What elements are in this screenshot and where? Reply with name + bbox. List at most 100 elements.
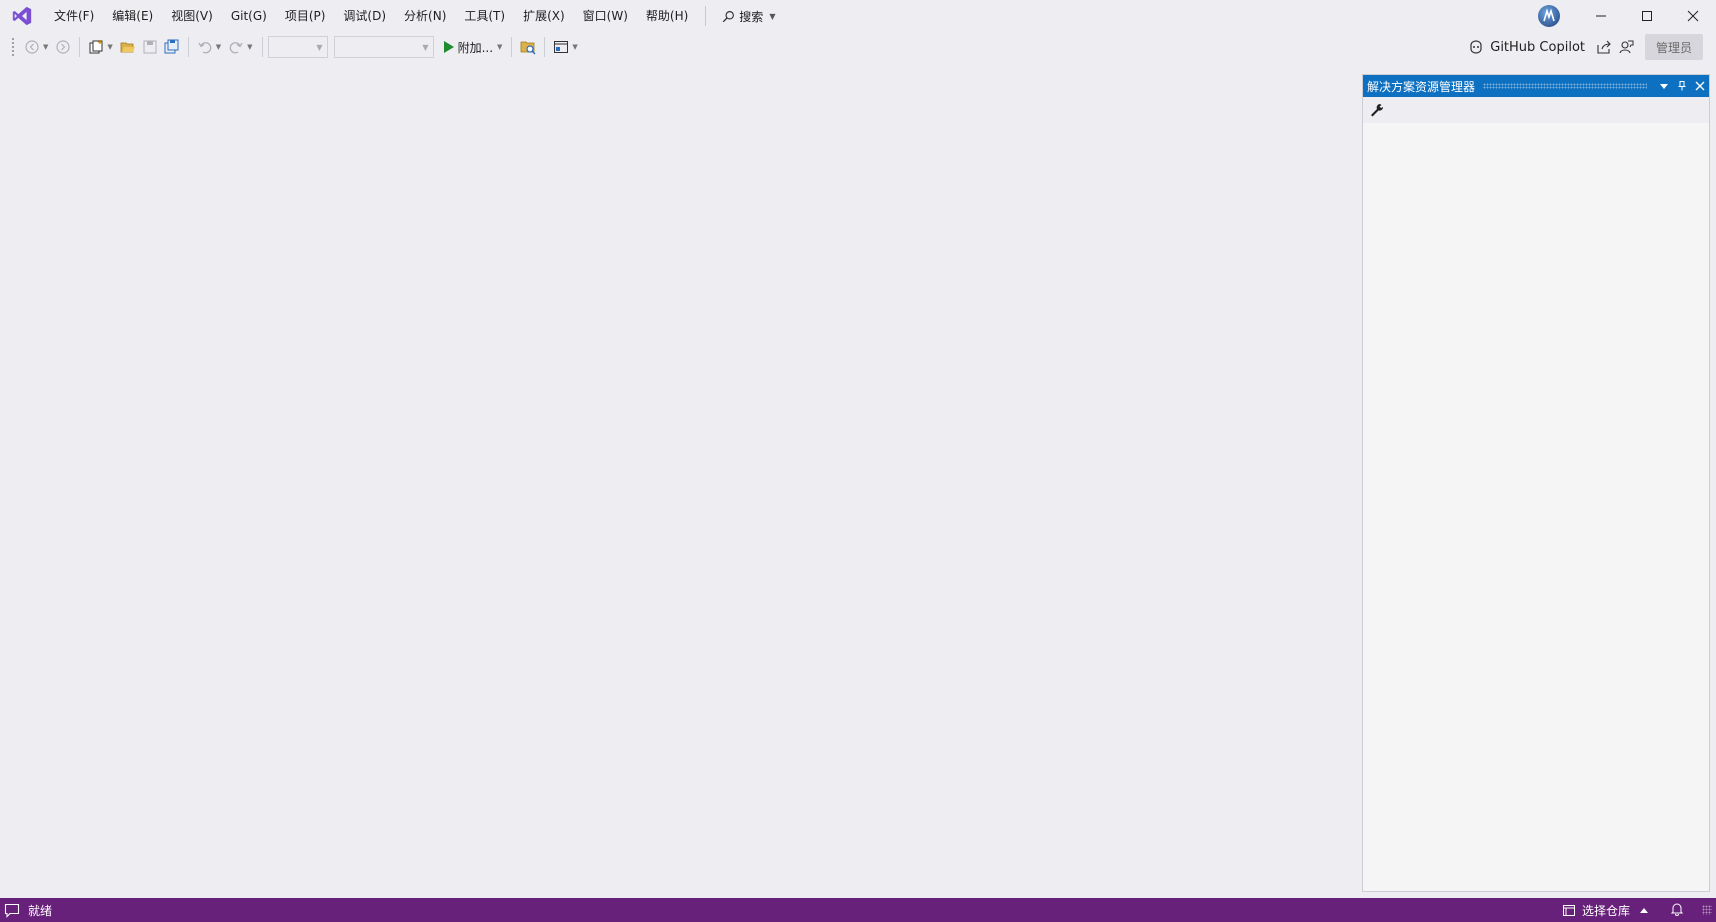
search-icon <box>723 10 735 22</box>
find-in-files-icon <box>521 41 536 55</box>
redo-button[interactable] <box>225 36 247 58</box>
panel-grip <box>1483 83 1647 89</box>
open-folder-icon <box>120 42 135 53</box>
status-bar: 就绪 选择仓库 <box>0 898 1716 922</box>
copilot-icon <box>1470 40 1482 54</box>
wrench-icon[interactable] <box>1369 102 1385 118</box>
close-button[interactable] <box>1670 0 1716 32</box>
toolbar-divider <box>261 37 263 57</box>
chevron-down-icon: ▼ <box>769 11 776 21</box>
menu-divider <box>705 6 707 26</box>
window-controls <box>1538 0 1716 32</box>
menu-analyze[interactable]: 分析(N) <box>395 4 455 28</box>
save-all-button[interactable] <box>161 36 183 58</box>
user-avatar[interactable] <box>1538 5 1560 27</box>
redo-dropdown-icon[interactable]: ▼ <box>247 43 252 51</box>
chevron-up-icon <box>1640 907 1648 913</box>
solution-explorer-panel: 解决方案资源管理器 <box>1362 74 1710 892</box>
menu-help[interactable]: 帮助(H) <box>637 4 697 28</box>
menu-edit[interactable]: 编辑(E) <box>103 4 162 28</box>
layout-button[interactable] <box>550 36 572 58</box>
menu-debug[interactable]: 调试(D) <box>334 4 395 28</box>
select-repo-button[interactable]: 选择仓库 <box>1562 902 1648 919</box>
forward-button[interactable] <box>52 36 74 58</box>
panel-pin-button[interactable] <box>1673 75 1691 97</box>
pin-icon <box>1678 81 1686 91</box>
repo-icon <box>1562 905 1575 916</box>
comment-icon[interactable] <box>4 902 20 918</box>
dropdown-icon <box>1660 84 1668 89</box>
search-label: 搜索 <box>739 9 764 24</box>
back-dropdown-icon[interactable]: ▼ <box>43 43 48 51</box>
minimize-icon <box>1596 15 1606 17</box>
menu-extensions[interactable]: 扩展(X) <box>514 4 574 28</box>
maximize-button[interactable] <box>1624 0 1670 32</box>
share-button[interactable] <box>1593 36 1615 58</box>
solution-configuration-select[interactable]: ▼ <box>267 36 328 58</box>
undo-button[interactable] <box>194 36 216 58</box>
menu-view[interactable]: 视图(V) <box>162 4 222 28</box>
notifications-button[interactable] <box>1670 902 1684 919</box>
redo-icon <box>229 42 243 54</box>
play-icon <box>443 41 454 53</box>
new-project-icon <box>89 40 103 54</box>
vs-logo-icon <box>12 6 32 26</box>
feedback-icon <box>1619 40 1634 54</box>
avatar-image <box>1543 8 1555 22</box>
close-icon <box>1687 10 1699 22</box>
attach-dropdown-icon[interactable]: ▼ <box>497 43 502 51</box>
solution-explorer-header[interactable]: 解决方案资源管理器 <box>1363 75 1709 97</box>
menu-git[interactable]: Git(G) <box>222 4 276 28</box>
copilot-button[interactable]: GitHub Copilot <box>1468 39 1585 55</box>
back-icon <box>25 40 39 54</box>
status-right: 选择仓库 <box>1562 898 1716 922</box>
feedback-button[interactable] <box>1615 36 1637 58</box>
save-icon <box>143 40 157 54</box>
attach-label: 附加... <box>457 40 494 55</box>
status-left: 就绪 <box>0 902 52 919</box>
share-icon <box>1597 40 1611 54</box>
menu-tools[interactable]: 工具(T) <box>455 4 514 28</box>
solution-platform-select[interactable]: ▼ <box>333 36 434 58</box>
select-repo-label: 选择仓库 <box>1581 903 1630 918</box>
new-project-button[interactable] <box>85 36 107 58</box>
toolbar-divider <box>511 37 513 57</box>
save-all-icon <box>164 39 179 54</box>
find-in-files-button[interactable] <box>517 36 539 58</box>
status-ready: 就绪 <box>28 903 53 918</box>
title-bar: 文件(F) 编辑(E) 视图(V) Git(G) 项目(P) 调试(D) 分析(… <box>0 0 1716 32</box>
solution-explorer-toolbar <box>1363 97 1709 123</box>
copilot-label: GitHub Copilot <box>1490 39 1585 55</box>
open-button[interactable] <box>117 36 139 58</box>
chevron-down-icon: ▼ <box>316 42 323 52</box>
back-button[interactable] <box>21 36 43 58</box>
toolbar-divider <box>544 37 546 57</box>
solution-explorer-title: 解决方案资源管理器 <box>1367 79 1476 94</box>
panel-close-button[interactable] <box>1691 75 1709 97</box>
menu-bar: 文件(F) 编辑(E) 视图(V) Git(G) 项目(P) 调试(D) 分析(… <box>45 0 781 32</box>
new-project-dropdown-icon[interactable]: ▼ <box>107 43 112 51</box>
menu-file[interactable]: 文件(F) <box>45 4 103 28</box>
menu-window[interactable]: 窗口(W) <box>574 4 637 28</box>
layout-icon <box>554 41 569 53</box>
bell-icon <box>1670 903 1684 916</box>
forward-icon <box>56 40 70 54</box>
panel-options-button[interactable] <box>1655 75 1673 97</box>
toolbar-divider <box>79 37 81 57</box>
menu-project[interactable]: 项目(P) <box>276 4 335 28</box>
minimize-button[interactable] <box>1578 0 1624 32</box>
maximize-icon <box>1642 11 1652 21</box>
search-button[interactable]: 搜索 ▼ <box>716 4 781 28</box>
toolbar-grip[interactable] <box>11 37 15 57</box>
toolbar-overflow-icon[interactable]: ▼ <box>572 43 577 51</box>
chevron-down-icon: ▼ <box>422 42 429 52</box>
save-button[interactable] <box>139 36 161 58</box>
admin-badge: 管理员 <box>1645 34 1703 60</box>
standard-toolbar: ▼ ▼ ▼ ▼ ▼ ▼ 附加... ▼ ▼ GitHub Copilot 管理员 <box>0 32 1716 62</box>
resize-grip[interactable] <box>1702 905 1712 915</box>
undo-icon <box>198 42 212 54</box>
close-icon <box>1695 81 1705 91</box>
undo-dropdown-icon[interactable]: ▼ <box>216 43 221 51</box>
toolbar-right: GitHub Copilot 管理员 <box>1468 32 1716 62</box>
attach-button[interactable]: 附加... <box>440 36 497 58</box>
